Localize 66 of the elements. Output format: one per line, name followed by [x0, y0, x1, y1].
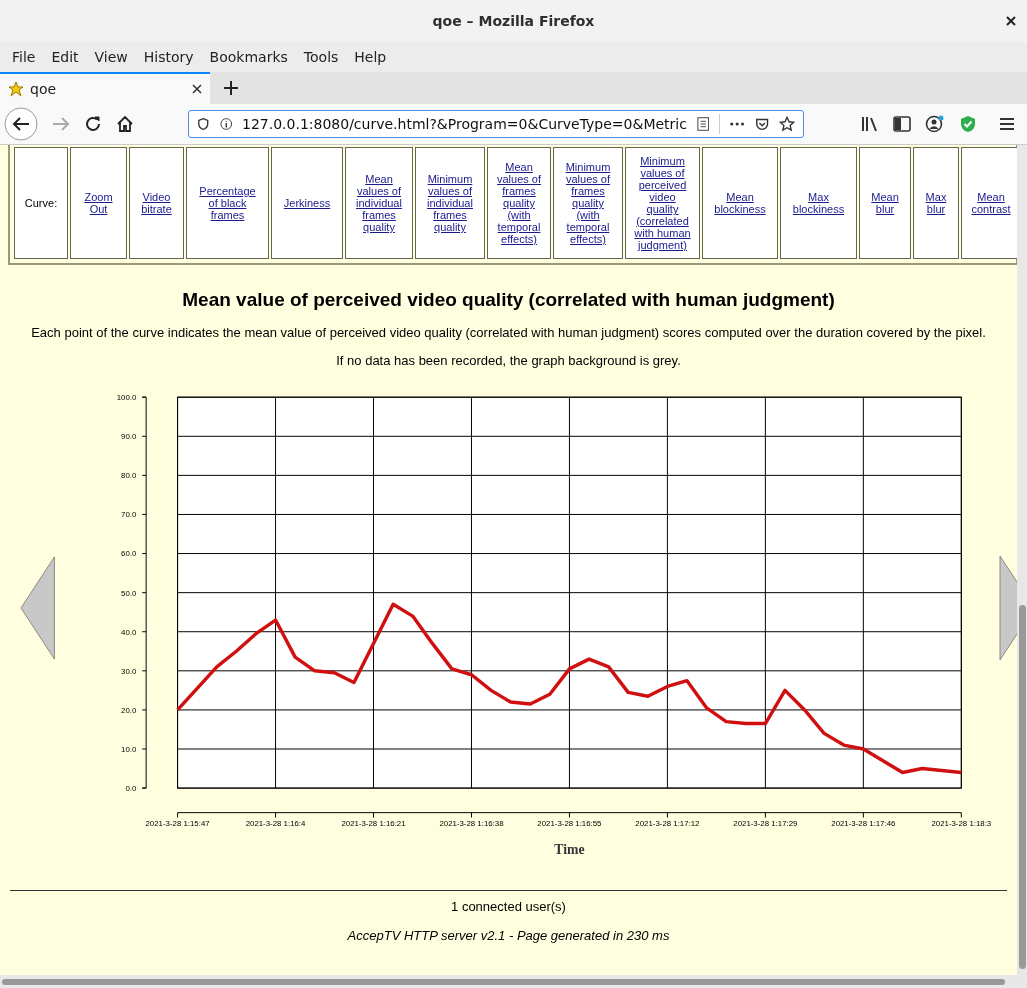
- description-text: If no data has been recorded, the graph background is grey.: [335, 353, 682, 368]
- x-tick-label: 2021-3-28 1:17:29: [733, 819, 798, 829]
- back-icon[interactable]: [4, 107, 38, 141]
- y-tick-label: 20.0: [121, 705, 137, 715]
- previous-arrow-icon[interactable]: [20, 555, 56, 661]
- horizontal-scrollbar[interactable]: [0, 975, 1027, 988]
- curve-link[interactable]: Video bitrate: [138, 191, 175, 215]
- menu-icon[interactable]: [999, 117, 1015, 131]
- x-tick-label: 2021-3-28 1:18:3: [931, 819, 992, 829]
- curve-link[interactable]: Max blockiness: [789, 191, 848, 215]
- bookmark-star-icon[interactable]: [778, 115, 795, 133]
- menu-item[interactable]: Bookmarks: [201, 49, 296, 65]
- x-tick-label: 2021-3-28 1:16:21: [341, 819, 406, 829]
- close-icon[interactable]: [192, 84, 202, 94]
- reload-icon[interactable]: [84, 115, 102, 133]
- more-icon[interactable]: [730, 122, 745, 126]
- shield-icon: [197, 117, 210, 131]
- y-tick-label: 70.0: [121, 510, 137, 520]
- shield-check-icon[interactable]: [959, 115, 977, 133]
- y-tick-label: 80.0: [121, 471, 137, 481]
- menu-item[interactable]: Edit: [43, 49, 87, 65]
- y-tick-label: 60.0: [121, 549, 137, 559]
- menu-item[interactable]: Tools: [295, 49, 347, 65]
- home-icon[interactable]: [116, 115, 134, 133]
- account-icon[interactable]: [925, 115, 945, 133]
- info-icon[interactable]: [219, 117, 232, 131]
- curve-link[interactable]: Mean blockiness: [711, 191, 769, 215]
- sidebar-icon[interactable]: [893, 116, 911, 132]
- x-axis-title: Time: [554, 841, 585, 857]
- new-tab-icon[interactable]: [224, 81, 238, 95]
- x-tick-label: 2021-3-28 1:16:38: [439, 819, 504, 829]
- y-tick-label: 100.0: [117, 393, 137, 403]
- menu-item[interactable]: View: [86, 49, 136, 65]
- x-tick-label: 2021-3-28 1:15:47: [145, 819, 210, 829]
- description-text: Each point of the curve indicates the mean value of perceived video quality (correlated with human judgment) scores computed over the duration covered by the pixel.: [30, 325, 987, 340]
- menu-item[interactable]: File: [4, 49, 44, 65]
- y-tick-label: 0.0: [125, 784, 137, 794]
- curve-link[interactable]: Mean blur: [868, 191, 902, 215]
- library-icon[interactable]: [861, 116, 879, 132]
- page-title: Mean value of perceived video quality (correlated with human judgment): [181, 289, 836, 311]
- x-tick-label: 2021-3-28 1:17:46: [831, 819, 896, 829]
- curve-link[interactable]: Max blur: [922, 191, 950, 215]
- vertical-scrollbar[interactable]: [1017, 145, 1027, 975]
- x-tick-label: 2021-3-28 1:16:55: [537, 819, 602, 829]
- curve-label: Curve:: [14, 147, 68, 259]
- menu-item[interactable]: History: [135, 49, 202, 65]
- curve-link[interactable]: Mean contrast: [970, 191, 1012, 215]
- menu-item[interactable]: Help: [346, 49, 395, 65]
- url-field[interactable]: 127.0.0.1:8080/curve.html?&Program=0&CurveType=0&Metric: [188, 110, 804, 138]
- pocket-icon[interactable]: [754, 116, 769, 132]
- server-info: AccepTV HTTP server v2.1 - Page generated in 230 ms: [346, 928, 671, 943]
- y-tick-label: 10.0: [121, 744, 137, 754]
- y-tick-label: 40.0: [121, 627, 137, 637]
- y-tick-label: 90.0: [121, 432, 137, 442]
- reader-icon[interactable]: [696, 116, 710, 132]
- curve-link[interactable]: Jerkiness: [280, 197, 334, 209]
- close-icon[interactable]: [1005, 15, 1017, 27]
- y-tick-label: 30.0: [121, 666, 137, 676]
- y-tick-label: 50.0: [121, 588, 137, 598]
- curve-link[interactable]: Zoom Out: [79, 191, 118, 215]
- x-tick-label: 2021-3-28 1:17:12: [635, 819, 700, 829]
- window-title: qoe – Mozilla Firefox: [432, 13, 595, 29]
- browser-tab[interactable]: qoe: [0, 72, 210, 104]
- star-icon: [8, 81, 24, 97]
- x-tick-label: 2021-3-28 1:16:4: [246, 819, 306, 829]
- users-count: 1 connected user(s): [450, 899, 567, 914]
